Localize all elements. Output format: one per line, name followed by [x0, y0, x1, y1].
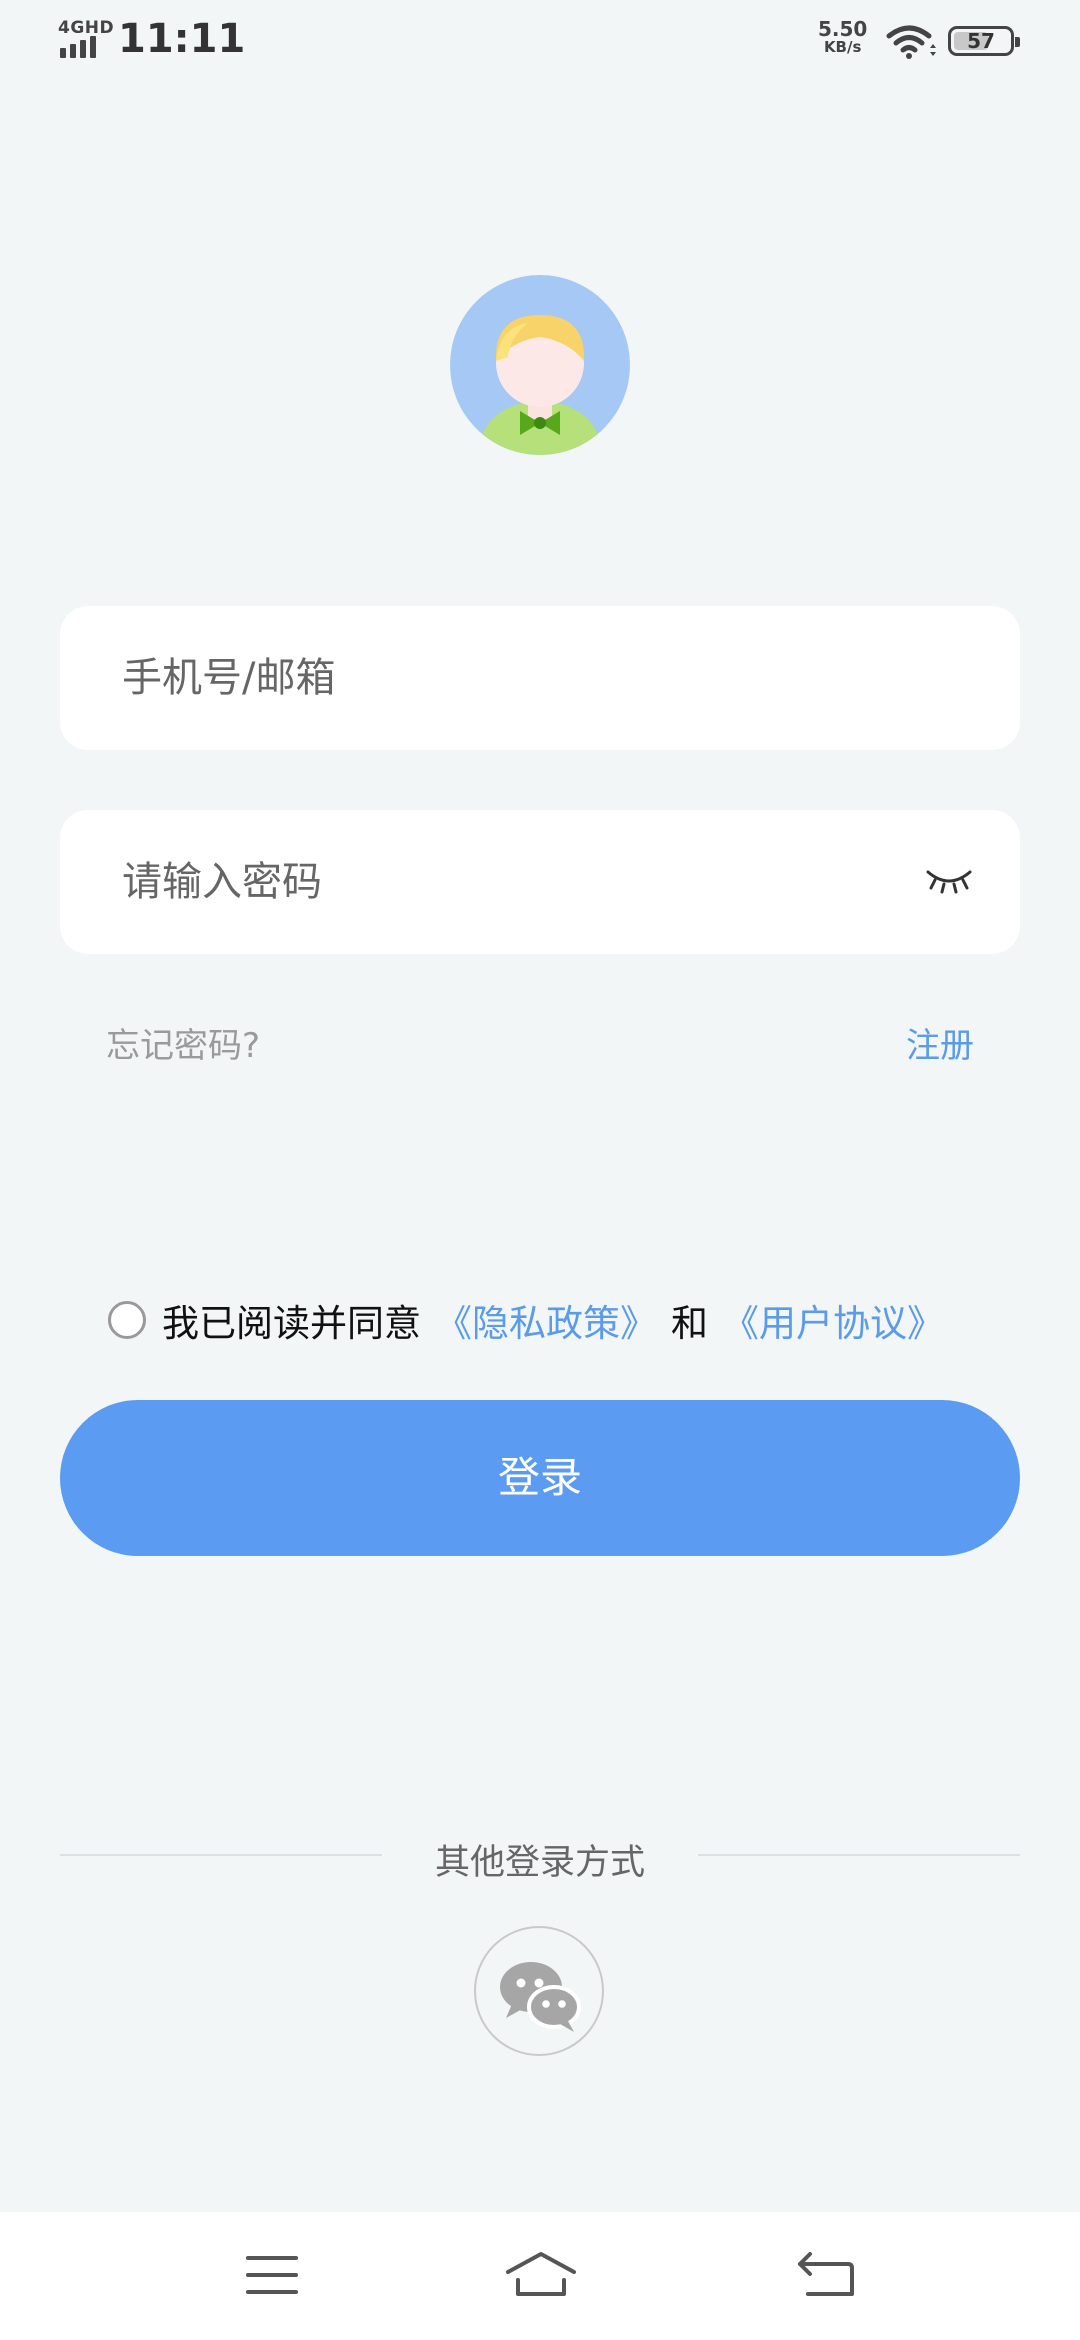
clock: 11:11 — [118, 16, 246, 62]
account-field[interactable]: 手机号/邮箱 — [60, 606, 1020, 750]
menu-icon[interactable] — [244, 2250, 300, 2300]
agreement-and-text: 和 — [671, 1302, 708, 1345]
password-input-placeholder: 请输入密码 — [122, 859, 322, 905]
wechat-icon — [500, 1962, 581, 2032]
home-icon[interactable] — [504, 2250, 578, 2300]
speed-unit: KB/s — [823, 38, 862, 56]
battery-tip — [1015, 37, 1020, 47]
login-button[interactable]: 登录 — [60, 1400, 1020, 1556]
forgot-password-link[interactable]: 忘记密码? — [106, 1018, 260, 1067]
other-login-label: 其他登录方式 — [434, 1843, 645, 1883]
wifi-icon — [886, 25, 936, 59]
avatar — [450, 275, 630, 455]
avatar-illustration — [480, 315, 600, 455]
network-type: 4GHD — [58, 18, 115, 38]
agreement-text: 我已阅读并同意 — [162, 1302, 421, 1345]
agreement-row: 我已阅读并同意 《隐私政策》 和 《用户协议》 — [108, 1298, 944, 1345]
back-icon[interactable] — [796, 2250, 856, 2300]
eye-closed-icon[interactable] — [926, 866, 972, 898]
signal-icon — [60, 36, 96, 58]
account-input-placeholder: 手机号/邮箱 — [122, 655, 336, 701]
password-field[interactable]: 请输入密码 — [60, 810, 1020, 954]
register-link[interactable]: 注册 — [906, 1018, 974, 1067]
battery-indicator: 57 — [948, 26, 1020, 56]
speed-value: 5.50 — [818, 17, 868, 41]
user-agreement-link[interactable]: 《用户协议》 — [722, 1293, 944, 1347]
status-bar: 4GHD 11:11 5.50 KB/s 57 — [0, 0, 1080, 90]
wechat-login-button[interactable] — [474, 1926, 604, 2056]
privacy-policy-link[interactable]: 《隐私政策》 — [435, 1293, 657, 1347]
agreement-radio[interactable] — [108, 1301, 146, 1339]
system-nav-bar — [0, 2212, 1080, 2340]
battery-level: 57 — [967, 29, 995, 53]
network-speed: 5.50 KB/s — [818, 17, 868, 56]
